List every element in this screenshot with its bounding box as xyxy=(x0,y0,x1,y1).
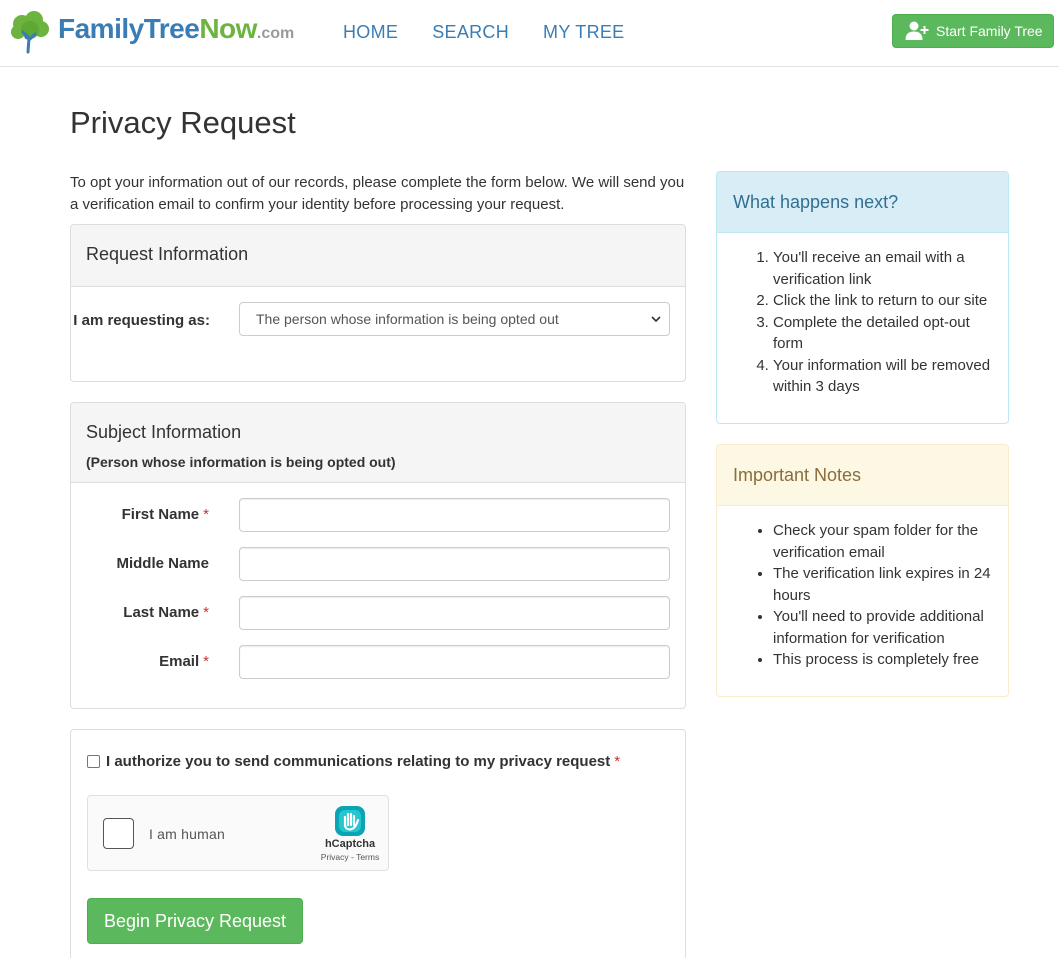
steps-list: You'll receive an email with a verificat… xyxy=(733,247,992,398)
chevron-down-icon xyxy=(651,316,661,323)
note-item: You'll need to provide additional inform… xyxy=(773,606,992,649)
captcha-brand: hCaptcha xyxy=(324,838,376,850)
required-mark: * xyxy=(203,604,209,621)
step-item: Complete the detailed opt-out form xyxy=(773,312,992,355)
authorization-row: I authorize you to send communications r… xyxy=(87,753,620,770)
panel-body: I am requesting as: The person whose inf… xyxy=(71,287,685,381)
panel-subtitle: (Person whose information is being opted… xyxy=(86,454,396,470)
site-logo[interactable]: FamilyTreeNow.com xyxy=(8,10,294,54)
panel-title: Request Information xyxy=(86,244,249,264)
email-label: Email * xyxy=(159,653,209,671)
logo-tree: Tree xyxy=(143,13,200,44)
last-name-label: Last Name * xyxy=(123,604,209,622)
email-row: Email * xyxy=(71,645,685,679)
authorization-panel: I authorize you to send communications r… xyxy=(70,729,686,958)
captcha-links[interactable]: Privacy - Terms xyxy=(310,851,390,863)
nav-my-tree[interactable]: MY TREE xyxy=(543,20,624,44)
hcaptcha-widget: I am human hCaptcha Privacy - Terms xyxy=(87,795,389,871)
nav-home[interactable]: HOME xyxy=(343,20,398,44)
important-notes-heading: Important Notes xyxy=(717,445,1008,506)
requesting-as-value: The person whose information is being op… xyxy=(256,311,559,327)
middle-name-label-text: Middle Name xyxy=(116,555,209,572)
step-item: Click the link to return to our site xyxy=(773,290,992,312)
last-name-row: Last Name * xyxy=(71,596,685,630)
note-item: The verification link expires in 24 hour… xyxy=(773,563,992,606)
middle-name-label: Middle Name xyxy=(116,555,209,573)
first-name-row: First Name * xyxy=(71,498,685,532)
required-mark: * xyxy=(203,506,209,523)
begin-privacy-request-button[interactable]: Begin Privacy Request xyxy=(87,898,303,944)
first-name-input[interactable] xyxy=(239,498,670,532)
main-nav: HOME SEARCH MY TREE xyxy=(343,20,625,44)
required-mark: * xyxy=(614,753,621,770)
authorization-label-text: I authorize you to send communications r… xyxy=(106,753,611,770)
subject-information-panel: Subject Information (Person whose inform… xyxy=(70,402,686,709)
captcha-checkbox[interactable] xyxy=(103,818,134,849)
required-mark: * xyxy=(203,653,209,670)
first-name-label: First Name * xyxy=(122,506,209,524)
requesting-as-select[interactable]: The person whose information is being op… xyxy=(239,302,670,336)
important-notes-body: Check your spam folder for the verificat… xyxy=(717,506,1008,671)
panel-body: First Name * Middle Name Last Name * Email… xyxy=(71,483,685,708)
notes-list: Check your spam folder for the verificat… xyxy=(733,520,992,671)
logo-family: Family xyxy=(58,13,144,44)
last-name-input[interactable] xyxy=(239,596,670,630)
start-family-tree-label: Start Family Tree xyxy=(936,23,1043,39)
hcaptcha-logo-icon xyxy=(335,806,365,836)
nav-search[interactable]: SEARCH xyxy=(432,20,509,44)
important-notes-panel: Important Notes Check your spam folder f… xyxy=(716,444,1009,697)
step-item: Your information will be removed within … xyxy=(773,355,992,398)
middle-name-input[interactable] xyxy=(239,547,670,581)
intro-text: To opt your information out of our recor… xyxy=(70,174,685,213)
site-header: FamilyTreeNow.com HOME SEARCH MY TREE St… xyxy=(0,0,1059,67)
logo-now: Now xyxy=(199,13,257,44)
logo-wordmark: FamilyTreeNow.com xyxy=(58,12,294,51)
panel-heading: Subject Information (Person whose inform… xyxy=(71,403,685,483)
request-information-panel: Request Information I am requesting as: … xyxy=(70,224,686,382)
logo-com: .com xyxy=(256,25,295,42)
page-title: Privacy Request xyxy=(70,105,296,140)
first-name-label-text: First Name xyxy=(121,506,200,523)
authorization-checkbox[interactable] xyxy=(87,755,100,768)
what-happens-next-panel: What happens next? You'll receive an ema… xyxy=(716,171,1009,424)
what-happens-next-body: You'll receive an email with a verificat… xyxy=(717,233,1008,398)
authorization-label[interactable]: I authorize you to send communications r… xyxy=(106,753,620,770)
middle-name-row: Middle Name xyxy=(71,547,685,581)
email-label-text: Email xyxy=(159,653,200,670)
what-happens-next-title: What happens next? xyxy=(733,192,899,212)
note-item: Check your spam folder for the verificat… xyxy=(773,520,992,563)
panel-heading: Request Information xyxy=(71,225,685,287)
add-user-icon xyxy=(905,21,929,40)
note-item: This process is completely free xyxy=(773,649,992,671)
captcha-label: I am human xyxy=(149,826,225,842)
tree-logo-icon xyxy=(11,11,49,54)
start-family-tree-button[interactable]: Start Family Tree xyxy=(892,14,1054,48)
what-happens-next-heading: What happens next? xyxy=(717,172,1008,233)
step-item: You'll receive an email with a verificat… xyxy=(773,247,992,290)
email-input[interactable] xyxy=(239,645,670,679)
last-name-label-text: Last Name xyxy=(123,604,200,621)
important-notes-title: Important Notes xyxy=(733,465,862,485)
requesting-as-label: I am requesting as: xyxy=(73,312,210,329)
panel-title: Subject Information xyxy=(86,422,242,442)
